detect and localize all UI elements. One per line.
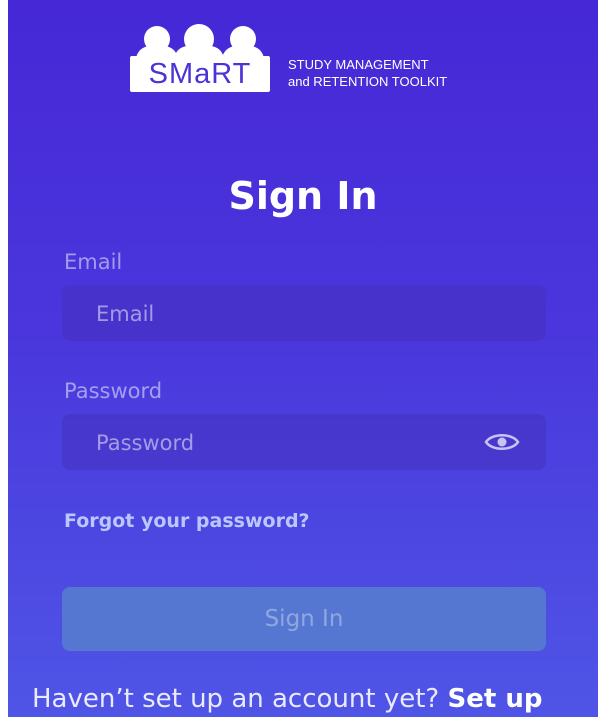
email-label: Email: [64, 250, 123, 274]
forgot-password-link[interactable]: Forgot your password?: [64, 510, 310, 532]
page-title: Sign In: [228, 174, 378, 218]
password-field-container: [62, 414, 546, 472]
signup-prompt-text: Haven’t set up an account yet?: [32, 684, 440, 714]
people-icon: [130, 24, 270, 60]
logo-wordmark: SMaRT: [130, 56, 270, 92]
signup-prompt: Haven’t set up an account yet? Set up: [32, 684, 542, 714]
smart-logo: SMaRT: [130, 24, 270, 92]
password-input[interactable]: [94, 414, 478, 472]
password-label: Password: [64, 379, 163, 403]
eye-icon[interactable]: [484, 430, 520, 454]
tagline-line-2: and RETENTION TOOLKIT: [288, 74, 448, 89]
tagline-line-1: STUDY MANAGEMENT: [288, 57, 429, 72]
email-input[interactable]: [94, 285, 478, 343]
set-up-link[interactable]: Set up: [447, 684, 542, 714]
brand-tagline: STUDY MANAGEMENT and RETENTION TOOLKIT: [288, 56, 447, 90]
email-field-container: [62, 285, 546, 343]
sign-in-screen: SMaRT STUDY MANAGEMENT and RETENTION TOO…: [8, 0, 598, 717]
sign-in-button[interactable]: Sign In: [62, 587, 546, 651]
